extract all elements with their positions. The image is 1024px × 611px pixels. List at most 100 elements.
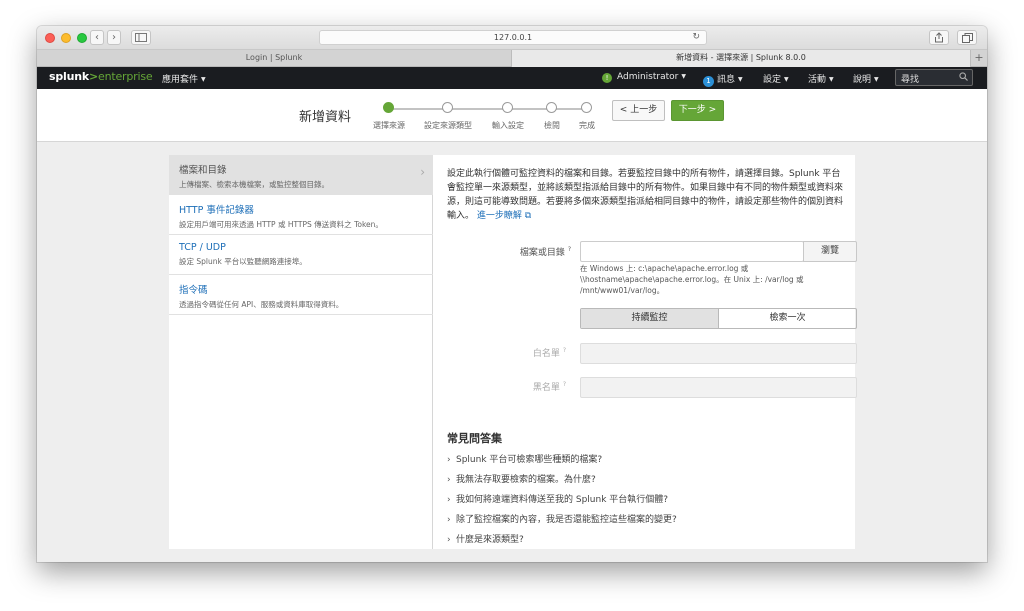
source-item-scripts[interactable]: 指令碼 透過指令碼從任何 API、服務或資料庫取得資料。 <box>169 275 433 315</box>
messages-label: 訊息 <box>717 75 736 85</box>
close-window-button[interactable] <box>45 33 55 43</box>
step-label-source-type: 設定來源類型 <box>424 121 472 130</box>
blacklist-input[interactable] <box>580 377 857 398</box>
back-button[interactable]: < 上一步 <box>612 100 665 121</box>
tab-add-data[interactable]: 新增資料 - 選擇來源 | Splunk 8.0.0 <box>512 50 971 67</box>
sidebar-toggle-icon[interactable] <box>131 30 151 45</box>
faq-item-text: 除了監控檔案的內容，我是否還能監控這些檔案的變更? <box>456 515 677 525</box>
faq-item-text: 什麼是來源類型? <box>456 535 524 545</box>
continuous-monitor-option[interactable]: 持續監控 <box>581 309 719 328</box>
source-title: 檔案和目錄 <box>179 165 227 176</box>
browse-button[interactable]: 瀏覽 <box>803 241 857 262</box>
step-dot-done <box>581 102 592 113</box>
apps-menu[interactable]: 應用套件 ▼ <box>162 72 206 85</box>
chevron-right-icon: › <box>447 515 451 525</box>
logo-main: splunk <box>49 70 89 83</box>
step-dot-choose-source <box>383 102 394 113</box>
chevron-down-icon: ▼ <box>738 76 743 83</box>
faq-item[interactable]: › 什麼是來源類型? <box>447 532 524 545</box>
faq-item-text: 我如何將遠端資料傳送至我的 Splunk 平台執行個體? <box>456 495 669 505</box>
whitelist-label: 白名單 ? <box>461 346 566 359</box>
source-title: TCP / UDP <box>179 242 226 253</box>
source-desc: 設定用戶端可用來透過 HTTP 或 HTTPS 傳送資料之 Token。 <box>179 220 383 229</box>
help-icon[interactable]: ? <box>563 381 566 388</box>
chevron-right-icon: › <box>447 495 451 505</box>
faq-item[interactable]: › 我如何將遠端資料傳送至我的 Splunk 平台執行個體? <box>447 492 668 505</box>
page-title: 新增資料 <box>299 110 352 125</box>
logo-gt: > <box>88 70 99 83</box>
new-tab-icon[interactable]: + <box>971 50 987 66</box>
whitelist-label-text: 白名單 <box>532 349 560 359</box>
search-placeholder: 尋找 <box>901 75 920 85</box>
minimize-window-button[interactable] <box>61 33 71 43</box>
whitelist-input[interactable] <box>580 343 857 364</box>
chevron-down-icon: ▼ <box>201 76 206 83</box>
chevron-down-icon: ▼ <box>874 76 879 83</box>
path-hint: 在 Windows 上: c:\apache\apache.error.log … <box>580 264 804 295</box>
messages-menu[interactable]: 1 訊息 ▼ <box>703 72 743 87</box>
settings-menu[interactable]: 設定 ▼ <box>763 72 789 85</box>
splunk-logo[interactable]: splunk>enterprise <box>49 70 153 83</box>
source-list: 檔案和目錄 上傳檔案、檢索本機檔案，或監控整個目錄。 › HTTP 事件記錄器 … <box>169 155 433 549</box>
chevron-down-icon: ▼ <box>784 76 789 83</box>
health-status-icon: ! <box>602 73 612 83</box>
help-icon[interactable]: ? <box>563 347 566 354</box>
chevron-right-icon: › <box>447 475 451 485</box>
step-dot-review <box>546 102 557 113</box>
file-path-input[interactable] <box>580 241 804 262</box>
file-label: 檔案或目錄 ? <box>466 245 571 258</box>
faq-item[interactable]: › 除了監控檔案的內容，我是否還能監控這些檔案的變更? <box>447 512 677 525</box>
index-once-option[interactable]: 檢索一次 <box>719 309 856 328</box>
source-title: HTTP 事件記錄器 <box>179 205 254 216</box>
monitor-mode-toggle: 持續監控 檢索一次 <box>580 308 857 329</box>
admin-menu[interactable]: ! Administrator ▼ <box>602 72 686 83</box>
source-item-files[interactable]: 檔案和目錄 上傳檔案、檢索本機檔案，或監控整個目錄。 › <box>169 155 433 195</box>
settings-label: 設定 <box>763 75 782 85</box>
wizard-header: 新增資料 選擇來源 設定來源類型 輸入設定 檢閱 完成 < 上一步 下一步 > <box>37 89 987 142</box>
help-label: 說明 <box>853 75 872 85</box>
learn-more-link[interactable]: 進一步瞭解 ⧉ <box>477 211 531 221</box>
title-bar: ‹ › 127.0.0.1 ↻ <box>37 26 987 50</box>
step-dot-source-type <box>442 102 453 113</box>
zoom-window-button[interactable] <box>77 33 87 43</box>
external-link-icon: ⧉ <box>524 211 532 221</box>
chevron-down-icon: ▼ <box>829 76 834 83</box>
logo-product: enterprise <box>98 70 153 83</box>
step-label-review: 檢閱 <box>544 121 560 130</box>
next-button[interactable]: 下一步 > <box>671 100 724 121</box>
splunk-navbar: splunk>enterprise 應用套件 ▼ ! Administrator ▼ … <box>37 67 987 89</box>
source-desc: 透過指令碼從任何 API、服務或資料庫取得資料。 <box>179 300 344 309</box>
apps-label: 應用套件 <box>162 75 199 85</box>
step-label-input-settings: 輸入設定 <box>492 121 524 130</box>
learn-more-label: 進一步瞭解 <box>476 211 522 221</box>
source-item-tcp-udp[interactable]: TCP / UDP 設定 Splunk 平台以監聽網路連接埠。 <box>169 235 433 275</box>
messages-count-badge: 1 <box>703 76 714 87</box>
url-text: 127.0.0.1 <box>493 33 533 42</box>
tab-bar: Login | Splunk 新增資料 - 選擇來源 | Splunk 8.0.… <box>37 50 987 67</box>
tab-login[interactable]: Login | Splunk <box>37 50 512 67</box>
address-bar[interactable]: 127.0.0.1 ↻ <box>319 30 707 45</box>
window-controls <box>45 33 87 43</box>
forward-arrow-icon[interactable]: › <box>107 30 121 45</box>
reload-icon[interactable]: ↻ <box>692 31 700 44</box>
faq-item-text: Splunk 平台可檢索哪些種類的檔案? <box>456 455 603 465</box>
tabs-overview-icon[interactable] <box>957 30 977 45</box>
source-desc: 上傳檔案、檢索本機檔案，或監控整個目錄。 <box>179 180 329 189</box>
browser-window: ‹ › 127.0.0.1 ↻ Login | Splunk 新增資料 - 選擇… <box>37 26 987 562</box>
source-desc: 設定 Splunk 平台以監聽網路連接埠。 <box>179 257 307 266</box>
source-title: 指令碼 <box>179 285 208 296</box>
chevron-right-icon: › <box>420 165 425 179</box>
nav-search-input[interactable]: 尋找 <box>895 69 973 86</box>
source-item-http[interactable]: HTTP 事件記錄器 設定用戶端可用來透過 HTTP 或 HTTPS 傳送資料之… <box>169 195 433 235</box>
step-dot-input-settings <box>502 102 513 113</box>
main-content: 檔案和目錄 上傳檔案、檢索本機檔案，或監控整個目錄。 › HTTP 事件記錄器 … <box>169 155 857 549</box>
share-icon[interactable] <box>929 30 949 45</box>
intro-text: 設定此執行個體可監控資料的檔案和目錄。若要監控目錄中的所有物件，請選擇目錄。Sp… <box>447 167 843 223</box>
faq-item[interactable]: › Splunk 平台可檢索哪些種類的檔案? <box>447 452 602 465</box>
activity-menu[interactable]: 活動 ▼ <box>808 72 834 85</box>
faq-item[interactable]: › 我無法存取要檢索的檔案。為什麼? <box>447 472 596 485</box>
help-menu[interactable]: 說明 ▼ <box>853 72 879 85</box>
admin-label: Administrator <box>617 72 679 82</box>
help-icon[interactable]: ? <box>568 246 571 253</box>
back-arrow-icon[interactable]: ‹ <box>90 30 104 45</box>
